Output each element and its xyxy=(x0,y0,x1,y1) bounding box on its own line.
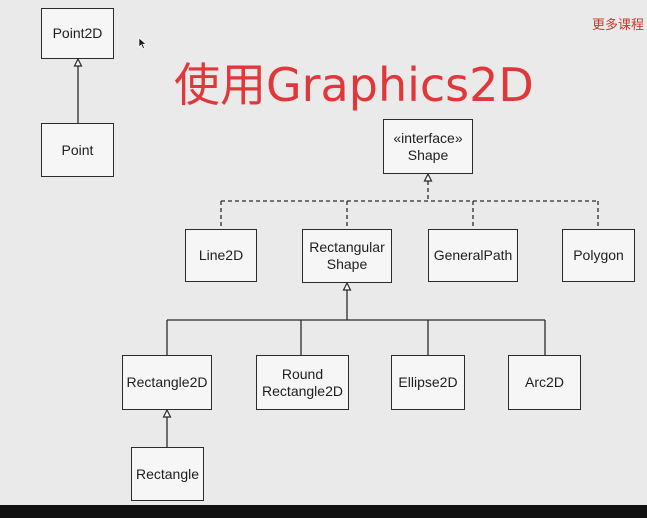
class-box-shape-interface: «interface» Shape xyxy=(383,119,473,174)
mouse-cursor-icon xyxy=(138,37,147,49)
class-box-arc2d: Arc2D xyxy=(508,355,581,410)
class-box-point2d: Point2D xyxy=(41,8,114,59)
class-label: Rectangle2D xyxy=(126,374,208,390)
rectangular-shape-inheritance-edges xyxy=(166,290,546,355)
interface-realization-edges xyxy=(220,181,599,229)
class-box-point: Point xyxy=(41,123,114,177)
class-box-ellipse2d: Ellipse2D xyxy=(391,355,465,410)
class-label: Point2D xyxy=(52,25,103,41)
bottom-bar xyxy=(0,505,647,518)
class-label: GeneralPath xyxy=(433,247,513,263)
more-courses-link[interactable]: 更多课程 xyxy=(592,18,647,34)
class-label: Arc2D xyxy=(525,374,564,390)
class-box-line2d: Line2D xyxy=(185,229,257,282)
class-label: Point xyxy=(61,141,94,158)
class-label: «interface» Shape xyxy=(393,129,463,163)
slide-title: 使用Graphics2D xyxy=(174,58,534,112)
class-box-polygon: Polygon xyxy=(562,229,635,282)
class-label: Polygon xyxy=(573,247,624,263)
uml-diagram: Point2D Point «interface» Shape Line2D R… xyxy=(0,0,647,518)
class-label: Line2D xyxy=(198,247,244,263)
class-label: Rectangle xyxy=(135,465,200,482)
class-box-rectangle: Rectangle xyxy=(131,447,204,501)
class-box-general-path: GeneralPath xyxy=(428,229,518,282)
class-box-rectangle2d: Rectangle2D xyxy=(122,355,212,410)
class-label: Ellipse2D xyxy=(398,374,458,390)
class-box-round-rectangle2d: Round Rectangle2D xyxy=(256,355,349,410)
class-label: Rectangular Shape xyxy=(309,239,385,272)
class-label: Round Rectangle2D xyxy=(262,365,343,399)
class-box-rectangular-shape: Rectangular Shape xyxy=(302,229,392,283)
